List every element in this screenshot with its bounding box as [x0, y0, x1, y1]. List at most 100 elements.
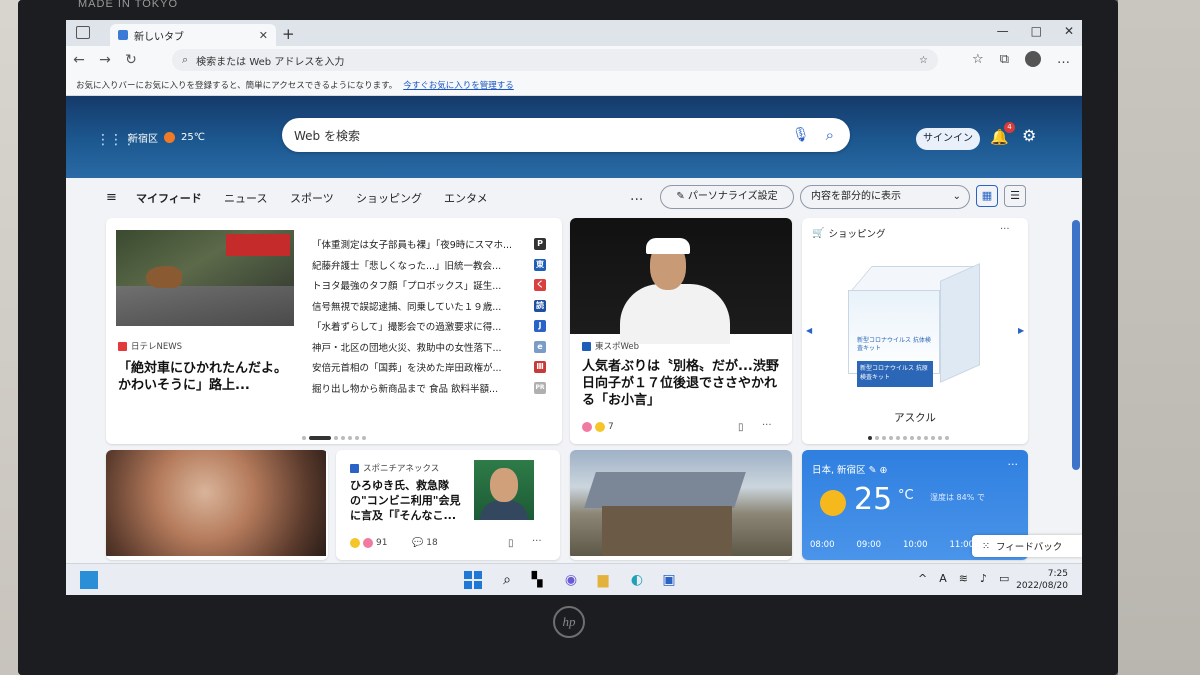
page-scrollbar[interactable]	[1072, 100, 1080, 560]
nav-shopping[interactable]: ショッピング	[356, 190, 422, 206]
list-item[interactable]: トヨタ最強のタフ顔「プロボックス」誕生... く	[312, 275, 546, 296]
task-view-icon[interactable]: ▚	[528, 571, 546, 589]
box-label: 新型コロナウイルス 抗体検査キット	[857, 337, 931, 352]
file-explorer-icon[interactable]: ▆	[594, 571, 612, 589]
golfer-body-shape	[620, 284, 730, 344]
list-item[interactable]: 掘り出し物から新商品まで 食品 飲料半額... PR	[312, 378, 546, 399]
ime-icon[interactable]: A	[939, 572, 947, 585]
publisher-logo-icon: P	[534, 238, 546, 251]
close-tab-icon[interactable]: ✕	[259, 29, 268, 42]
list-item[interactable]: 信号無視で誤認逮捕、同乗していた１９歳... 読	[312, 296, 546, 317]
chevron-down-icon: ⌄	[952, 191, 961, 202]
web-search-input[interactable]: Web を検索 🎙 ⌕	[282, 118, 850, 152]
nav-sports[interactable]: スポーツ	[290, 190, 334, 206]
reaction-bar[interactable]: 91	[350, 538, 387, 548]
start-icon[interactable]	[464, 571, 482, 589]
forward-icon[interactable]: →	[92, 52, 118, 68]
news-card-golf[interactable]: 東スポWeb 人気者ぶりは〝別格〟だが...渋野日向子が１７位後退でささやかれる…	[570, 218, 792, 444]
clock[interactable]: 7:25 2022/08/20	[1016, 568, 1068, 592]
feedback-button[interactable]: ⁙ フィードバック	[972, 535, 1082, 557]
search-button-icon[interactable]: ⌕	[826, 126, 834, 144]
more-options-icon[interactable]: ···	[1008, 458, 1019, 471]
chevron-up-icon[interactable]: ^	[918, 572, 927, 585]
sunny-icon	[820, 490, 846, 516]
wifi-icon[interactable]: ≋	[959, 572, 968, 585]
minimize-icon[interactable]: —	[997, 24, 1009, 38]
list-item[interactable]: 安倍元首相の「国葬」を決めた岸田政権が... Ⅲ	[312, 357, 546, 378]
nav-entertainment[interactable]: エンタメ	[444, 190, 488, 206]
chat-icon[interactable]: ◉	[562, 571, 580, 589]
source-logo-icon	[582, 341, 591, 351]
search-icon[interactable]: ⌕	[498, 571, 516, 589]
source-label: 日テレNEWS	[131, 342, 183, 352]
comments[interactable]: 💬 18	[412, 538, 438, 548]
weather-location-label: 日本, 新宿区	[812, 465, 866, 476]
maximize-icon[interactable]: □	[1031, 24, 1042, 38]
carousel-pager[interactable]	[302, 436, 366, 440]
refresh-icon[interactable]: ↻	[118, 52, 144, 68]
news-image-fox	[116, 230, 294, 326]
more-options-icon[interactable]: ···	[762, 420, 772, 431]
carousel-prev-icon[interactable]: ◀	[806, 326, 812, 335]
back-icon[interactable]: ←	[66, 52, 92, 68]
store-icon[interactable]: ▣	[660, 571, 678, 589]
list-item[interactable]: 神戸・北区の団地火災、救助中の女性落下... e	[312, 337, 546, 358]
carousel-pager[interactable]	[868, 436, 949, 440]
weather-mini[interactable]: 新宿区 25℃	[128, 130, 205, 145]
more-options-icon[interactable]: ···	[532, 536, 542, 547]
volume-icon[interactable]: ♪	[980, 572, 987, 585]
address-input[interactable]: ⌕ 検索または Web アドレスを入力 ☆	[172, 49, 938, 71]
heart-reaction-icon	[363, 538, 373, 548]
carousel-next-icon[interactable]: ▶	[1018, 326, 1024, 335]
more-options-icon[interactable]: ···	[1000, 224, 1010, 235]
hour-label: 11:00	[949, 540, 975, 550]
nav-more[interactable]: ...	[630, 188, 643, 204]
list-view-icon[interactable]: ☰	[1004, 185, 1026, 207]
battery-icon[interactable]: ▭	[999, 572, 1009, 585]
personalize-button[interactable]: ✎ パーソナライズ設定	[660, 185, 794, 209]
edge-icon[interactable]: ◐	[628, 571, 646, 589]
news-card-portrait[interactable]	[106, 450, 328, 560]
favorites-icon[interactable]: ☆	[972, 52, 984, 67]
bookmark-icon[interactable]: ▯	[738, 422, 744, 433]
grid-view-icon[interactable]: ▦	[976, 185, 998, 207]
product-name[interactable]: アスクル	[802, 410, 1028, 425]
new-tab-button[interactable]: +	[282, 25, 295, 43]
shopping-card[interactable]: 🛒 ショッピング ··· 新型コロナウイルス 抗体検査キット 新型コロナウイルス…	[802, 218, 1028, 444]
news-card-building[interactable]	[570, 450, 792, 560]
microphone-icon[interactable]: 🎙	[792, 127, 810, 143]
bookmark-icon[interactable]: ▯	[508, 538, 514, 549]
collections-icon[interactable]: ⧉	[1000, 52, 1009, 67]
screen: 新しいタブ ✕ + — □ ✕ ← → ↻ ⌕ 検索または Web アドレスを入…	[66, 20, 1082, 595]
close-window-icon[interactable]: ✕	[1064, 24, 1074, 38]
news-headline[interactable]: 人気者ぶりは〝別格〟だが...渋野日向子が１７位後退でささやかれる「お小言」	[582, 358, 782, 409]
list-item-text: 安倍元首相の「国葬」を決めた岸田政権が...	[312, 363, 502, 375]
signin-button[interactable]: サインイン	[916, 128, 980, 150]
manage-favorites-link[interactable]: 今すぐお気に入りを管理する	[403, 79, 514, 91]
hamburger-icon[interactable]: ≡	[106, 190, 117, 205]
nav-news[interactable]: ニュース	[224, 190, 267, 206]
add-favorite-icon[interactable]: ☆	[919, 55, 928, 66]
nav-my-feed[interactable]: マイフィード	[136, 190, 202, 206]
profile-avatar[interactable]	[1025, 51, 1041, 67]
scrollbar-thumb[interactable]	[1072, 220, 1080, 470]
news-card-top-stories[interactable]: 日テレNEWS 「絶対車にひかれたんだよ。かわいそうに」路上... 「体重測定は…	[106, 218, 562, 444]
list-item[interactable]: 「水着ずらして」撮影会での過激要求に得... J	[312, 316, 546, 337]
image-caption-badge	[226, 234, 290, 256]
publisher-logo-icon: く	[534, 279, 546, 292]
widgets-icon[interactable]	[80, 571, 98, 589]
list-item[interactable]: 「体重測定は女子部員も裸」「夜9時にスマホ... P	[312, 234, 546, 255]
list-item[interactable]: 紀藤弁護士「悲しくなった...」旧統一教会... 東	[312, 255, 546, 276]
news-card-hiroyuki[interactable]: スポニチアネックス ひろゆき氏、救急隊の"コンビニ利用"会見に言及「『そんなこ.…	[336, 450, 560, 560]
news-headline[interactable]: 「絶対車にひかれたんだよ。かわいそうに」路上...	[118, 360, 298, 394]
news-headline[interactable]: ひろゆき氏、救急隊の"コンビニ利用"会見に言及「『そんなこ...	[350, 478, 470, 523]
menu-icon[interactable]: …	[1057, 52, 1070, 67]
shirt-shape	[480, 500, 528, 520]
settings-gear-icon[interactable]: ⚙	[1022, 126, 1036, 145]
reaction-bar[interactable]: 7	[582, 422, 614, 432]
display-mode-select[interactable]: 内容を部分的に表示 ⌄	[800, 185, 970, 209]
golfer-cap-shape	[646, 238, 690, 254]
news-source: スポニチアネックス	[350, 462, 439, 474]
tab-new-tab[interactable]: 新しいタブ ✕	[110, 24, 276, 46]
tab-actions-icon[interactable]	[76, 26, 90, 39]
